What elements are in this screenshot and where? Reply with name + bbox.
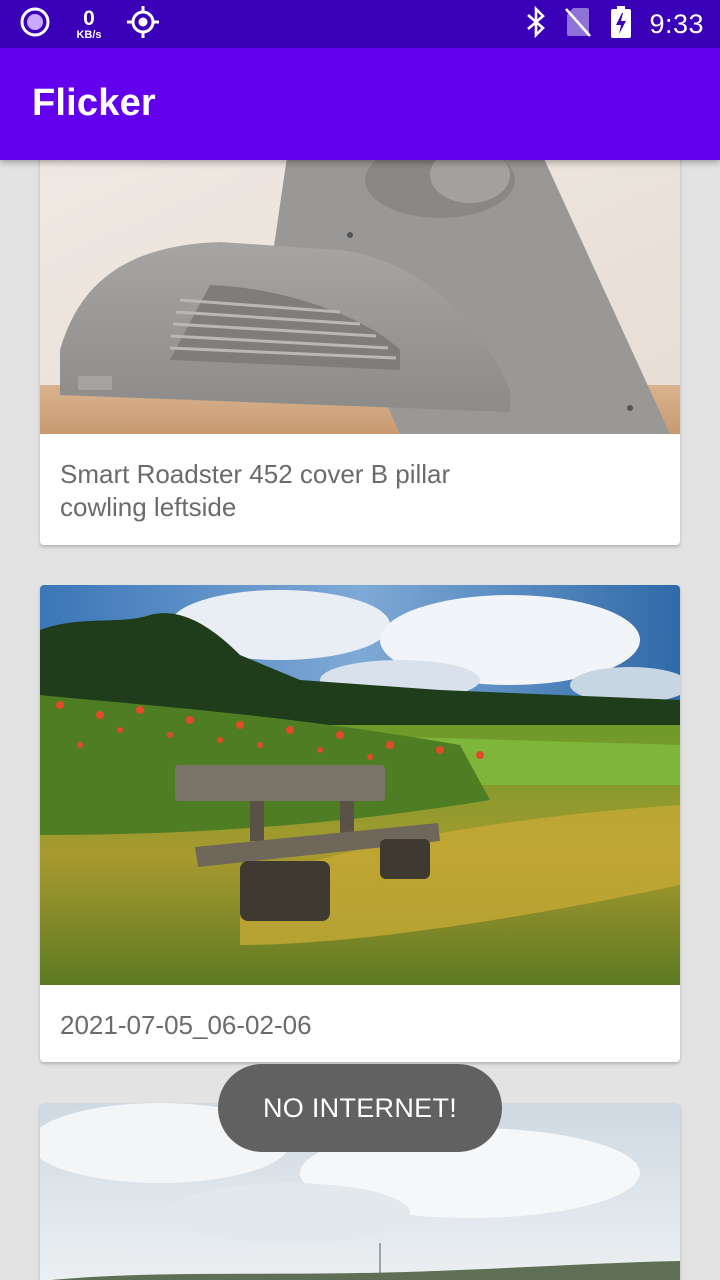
app-bar: Flicker <box>0 48 720 160</box>
battery-charging-icon <box>611 5 632 43</box>
network-speed: 0 KB/s <box>64 8 114 41</box>
network-speed-value: 0 <box>83 6 95 30</box>
no-sim-icon <box>565 6 592 43</box>
record-icon <box>20 7 50 42</box>
status-time: 9:33 <box>649 8 704 39</box>
toast-message: NO INTERNET! <box>218 1064 502 1152</box>
photo-caption: 2021-07-05_06-02-06 <box>60 1010 312 1040</box>
location-target-icon <box>126 5 160 44</box>
photo-card[interactable]: 2021-07-05_06-02-06 <box>40 585 680 1062</box>
status-bar: 0 KB/s 9:33 <box>0 0 720 48</box>
status-bar-left: 0 KB/s <box>20 5 160 44</box>
photo-card[interactable]: Smart Roadster 452 cover B pillar cowlin… <box>40 160 680 545</box>
photo-caption: Smart Roadster 452 cover B pillar cowlin… <box>60 459 451 522</box>
status-bar-right: 9:33 <box>525 5 704 43</box>
bluetooth-icon <box>525 5 547 43</box>
network-speed-unit: KB/s <box>76 28 102 41</box>
app-title: Flicker <box>32 82 156 124</box>
photo-car-part[interactable] <box>40 160 680 434</box>
photo-bench-meadow[interactable] <box>40 585 680 985</box>
